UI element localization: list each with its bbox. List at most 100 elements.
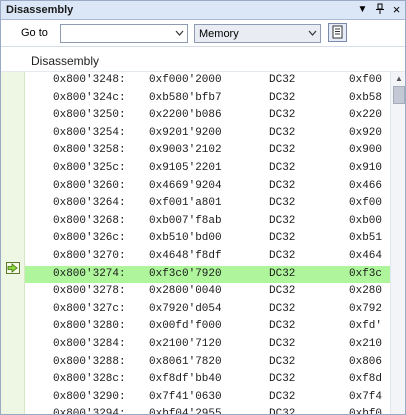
row-code: 0xb510'bd00: [149, 232, 222, 245]
pin-icon[interactable]: [373, 3, 386, 17]
instruction-row[interactable]: 0x800'3258: 0x9003'2102 DC32 0x900: [25, 142, 390, 160]
instruction-row[interactable]: 0x800'3268: 0xb007'f8ab DC32 0xb00: [25, 212, 390, 231]
instruction-row[interactable]: 0x800'3278: 0x2800'0040 DC32 0x280: [25, 283, 390, 301]
row-code: 0x2100'7120: [149, 337, 222, 350]
instruction-row[interactable]: 0x800'325c: 0x9105'2201 DC32 0x910: [25, 159, 390, 178]
row-operand: 0xbf0: [349, 408, 383, 415]
row-addr: 0x800'327c:: [53, 302, 126, 315]
row-op: DC32: [269, 285, 296, 298]
row-addr: 0x800'3280:: [53, 320, 126, 333]
row-code: 0x7f41'0630: [149, 390, 222, 403]
row-code: 0xf000'2000: [149, 74, 222, 86]
row-code: 0x4669'9204: [149, 179, 222, 192]
window-title: Disassembly: [6, 4, 74, 16]
disassembly-heading: Disassembly: [31, 54, 100, 68]
memory-zone-value: Memory: [199, 28, 239, 40]
document-icon: [332, 25, 343, 39]
row-operand: 0x792: [349, 302, 383, 315]
current-instruction-row[interactable]: 0x800'3274: 0xf3c0'7920 DC32 0xf3c: [25, 265, 390, 284]
instruction-row[interactable]: 0x800'3284: 0x2100'7120 DC32 0x210: [25, 335, 390, 354]
row-operand: 0xb51: [349, 232, 383, 245]
chevron-down-icon[interactable]: [172, 25, 187, 42]
row-operand: 0x280: [349, 285, 383, 298]
disassembly-header: Disassembly: [1, 47, 405, 72]
row-op: DC32: [269, 373, 296, 386]
instruction-row[interactable]: 0x800'3294: 0xbf04'2955 DC32 0xbf0: [25, 406, 390, 415]
row-op: DC32: [269, 179, 296, 192]
row-code: 0x4648'f8df: [149, 249, 222, 262]
row-addr: 0x800'325c:: [53, 161, 126, 174]
instruction-row[interactable]: 0x800'328c: 0xf8df'bb40 DC32 0xf8d: [25, 371, 390, 389]
row-operand: 0x900: [349, 144, 383, 157]
row-operand: 0x806: [349, 355, 383, 368]
goto-address-combobox[interactable]: [60, 24, 188, 43]
row-op: DC32: [269, 109, 296, 122]
row-op: DC32: [269, 144, 296, 157]
scroll-up-icon[interactable]: ▲: [391, 72, 405, 86]
instruction-row[interactable]: 0x800'3290: 0x7f41'0630 DC32 0x7f4: [25, 388, 390, 407]
row-op: DC32: [269, 320, 296, 333]
row-operand: 0xb58: [349, 91, 383, 104]
title-bar: Disassembly ▼ ×: [1, 1, 405, 20]
row-code: 0x9105'2201: [149, 161, 222, 174]
chevron-down-icon[interactable]: [305, 25, 320, 42]
row-addr: 0x800'3278:: [53, 285, 126, 298]
row-code: 0xbf04'2955: [149, 408, 222, 415]
row-addr: 0x800'324c:: [53, 91, 126, 104]
row-addr: 0x800'326c:: [53, 232, 126, 245]
row-addr: 0x800'3254:: [53, 126, 126, 139]
instruction-row[interactable]: 0x800'3280: 0x00fd'f000 DC32 0xfd': [25, 318, 390, 336]
row-addr: 0x800'3270:: [53, 249, 126, 262]
row-operand: 0xb00: [349, 214, 383, 227]
instruction-row[interactable]: 0x800'326c: 0xb510'bd00 DC32 0xb51: [25, 230, 390, 248]
row-op: DC32: [269, 197, 296, 210]
row-addr: 0x800'3294:: [53, 408, 126, 415]
scroll-thumb[interactable]: [393, 86, 405, 104]
instruction-row[interactable]: 0x800'3250: 0x2200'b086 DC32 0x220: [25, 107, 390, 125]
row-op: DC32: [269, 267, 296, 280]
row-code: 0x7920'd054: [149, 302, 222, 315]
row-operand: 0xf8d: [349, 373, 383, 386]
row-op: DC32: [269, 337, 296, 350]
row-operand: 0x466: [349, 179, 383, 192]
instruction-row[interactable]: 0x800'327c: 0x7920'd054 DC32 0x792: [25, 300, 390, 319]
row-operand: 0xfd': [349, 320, 383, 333]
row-code: 0x00fd'f000: [149, 320, 222, 333]
breakpoint-gutter[interactable]: [1, 72, 25, 414]
instruction-row[interactable]: 0x800'3270: 0x4648'f8df DC32 0x464: [25, 247, 390, 266]
close-icon[interactable]: ×: [390, 3, 403, 17]
disassembly-listing[interactable]: 0x800'3248: 0xf000'2000 DC32 0xf00 0x800'324…: [25, 72, 390, 415]
disassembly-window: Disassembly ▼ × Go to Memory Disassembly…: [0, 0, 406, 415]
row-operand: 0x464: [349, 249, 383, 262]
row-op: DC32: [269, 74, 296, 86]
row-addr: 0x800'3288:: [53, 355, 126, 368]
row-addr: 0x800'3258:: [53, 144, 126, 157]
row-addr: 0x800'3250:: [53, 109, 126, 122]
memory-zone-select[interactable]: Memory: [194, 24, 321, 43]
row-operand: 0x7f4: [349, 390, 383, 403]
instruction-row[interactable]: 0x800'3248: 0xf000'2000 DC32 0xf00: [25, 72, 390, 90]
row-op: DC32: [269, 390, 296, 403]
instruction-row[interactable]: 0x800'3288: 0x8061'7820 DC32 0x806: [25, 353, 390, 372]
goto-label: Go to: [21, 27, 48, 39]
instruction-row[interactable]: 0x800'3254: 0x9201'9200 DC32 0x920: [25, 124, 390, 143]
row-addr: 0x800'3264:: [53, 197, 126, 210]
row-addr: 0x800'3268:: [53, 214, 126, 227]
row-op: DC32: [269, 302, 296, 315]
row-code: 0xf001'a801: [149, 197, 222, 210]
instruction-row[interactable]: 0x800'3260: 0x4669'9204 DC32 0x466: [25, 177, 390, 196]
instruction-row[interactable]: 0x800'324c: 0xb580'bfb7 DC32 0xb58: [25, 89, 390, 108]
window-menu-dropdown-icon[interactable]: ▼: [356, 3, 369, 17]
instruction-row[interactable]: 0x800'3264: 0xf001'a801 DC32 0xf00: [25, 195, 390, 213]
row-code: 0x2800'0040: [149, 285, 222, 298]
row-operand: 0x910: [349, 161, 383, 174]
row-addr: 0x800'3290:: [53, 390, 126, 403]
row-op: DC32: [269, 161, 296, 174]
vertical-scrollbar[interactable]: ▲: [390, 72, 405, 414]
row-addr: 0x800'3284:: [53, 337, 126, 350]
toggle-source-button[interactable]: [328, 23, 347, 42]
row-code: 0x9201'9200: [149, 126, 222, 139]
row-operand: 0xf3c: [349, 267, 383, 280]
row-operand: 0x210: [349, 337, 383, 350]
row-code: 0x2200'b086: [149, 109, 222, 122]
